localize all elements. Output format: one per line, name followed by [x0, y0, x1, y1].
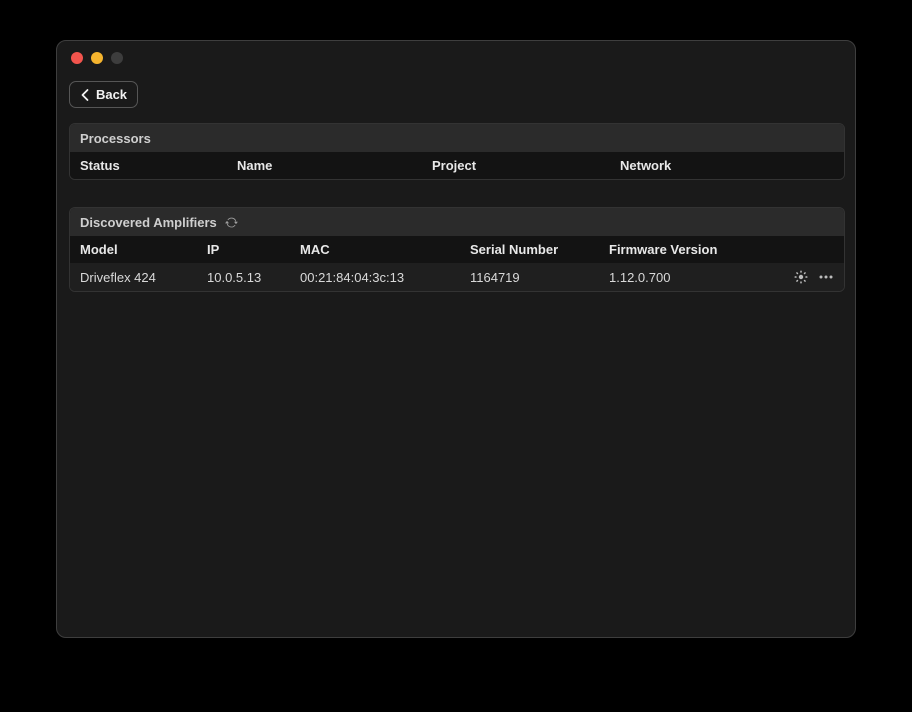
refresh-amplifiers-button[interactable] [225, 216, 238, 229]
minimize-window-button[interactable] [91, 52, 103, 64]
refresh-icon [225, 216, 238, 229]
processors-table-header: Status Name Project Network [70, 152, 844, 179]
amplifier-firmware: 1.12.0.700 [609, 270, 670, 285]
processors-section-header: Processors [70, 124, 844, 152]
chevron-left-icon [80, 88, 90, 102]
amplifier-mac: 00:21:84:04:3c:13 [290, 270, 460, 285]
column-header-firmware: Firmware Version [599, 242, 844, 257]
amplifier-serial: 1164719 [460, 270, 599, 285]
back-button-label: Back [96, 87, 127, 102]
amplifiers-section-header: Discovered Amplifiers [70, 208, 844, 236]
column-header-mac: MAC [290, 242, 460, 257]
ellipsis-icon [818, 269, 834, 285]
amplifier-ip: 10.0.5.13 [197, 270, 290, 285]
titlebar [71, 52, 843, 64]
column-header-model: Model [70, 242, 197, 257]
column-header-project: Project [422, 158, 610, 173]
app-window: Back Processors Status Name Project Netw… [56, 40, 856, 638]
more-options-button[interactable] [818, 269, 834, 285]
processors-title: Processors [80, 131, 151, 146]
column-header-ip: IP [197, 242, 290, 257]
amplifiers-title: Discovered Amplifiers [80, 215, 217, 230]
column-header-network: Network [610, 158, 844, 173]
column-header-serial: Serial Number [460, 242, 599, 257]
column-header-status: Status [70, 158, 227, 173]
amplifiers-table-header: Model IP MAC Serial Number Firmware Vers… [70, 236, 844, 263]
zoom-window-button [111, 52, 123, 64]
column-header-name: Name [227, 158, 422, 173]
amplifier-model: Driveflex 424 [70, 270, 197, 285]
back-button[interactable]: Back [69, 81, 138, 108]
close-window-button[interactable] [71, 52, 83, 64]
amplifier-row[interactable]: Driveflex 424 10.0.5.13 00:21:84:04:3c:1… [70, 263, 844, 291]
identify-sun-icon [793, 269, 809, 285]
amplifiers-section: Discovered Amplifiers Model IP MAC Seria… [69, 207, 845, 292]
identify-amplifier-button[interactable] [793, 269, 809, 285]
processors-section: Processors Status Name Project Network [69, 123, 845, 180]
